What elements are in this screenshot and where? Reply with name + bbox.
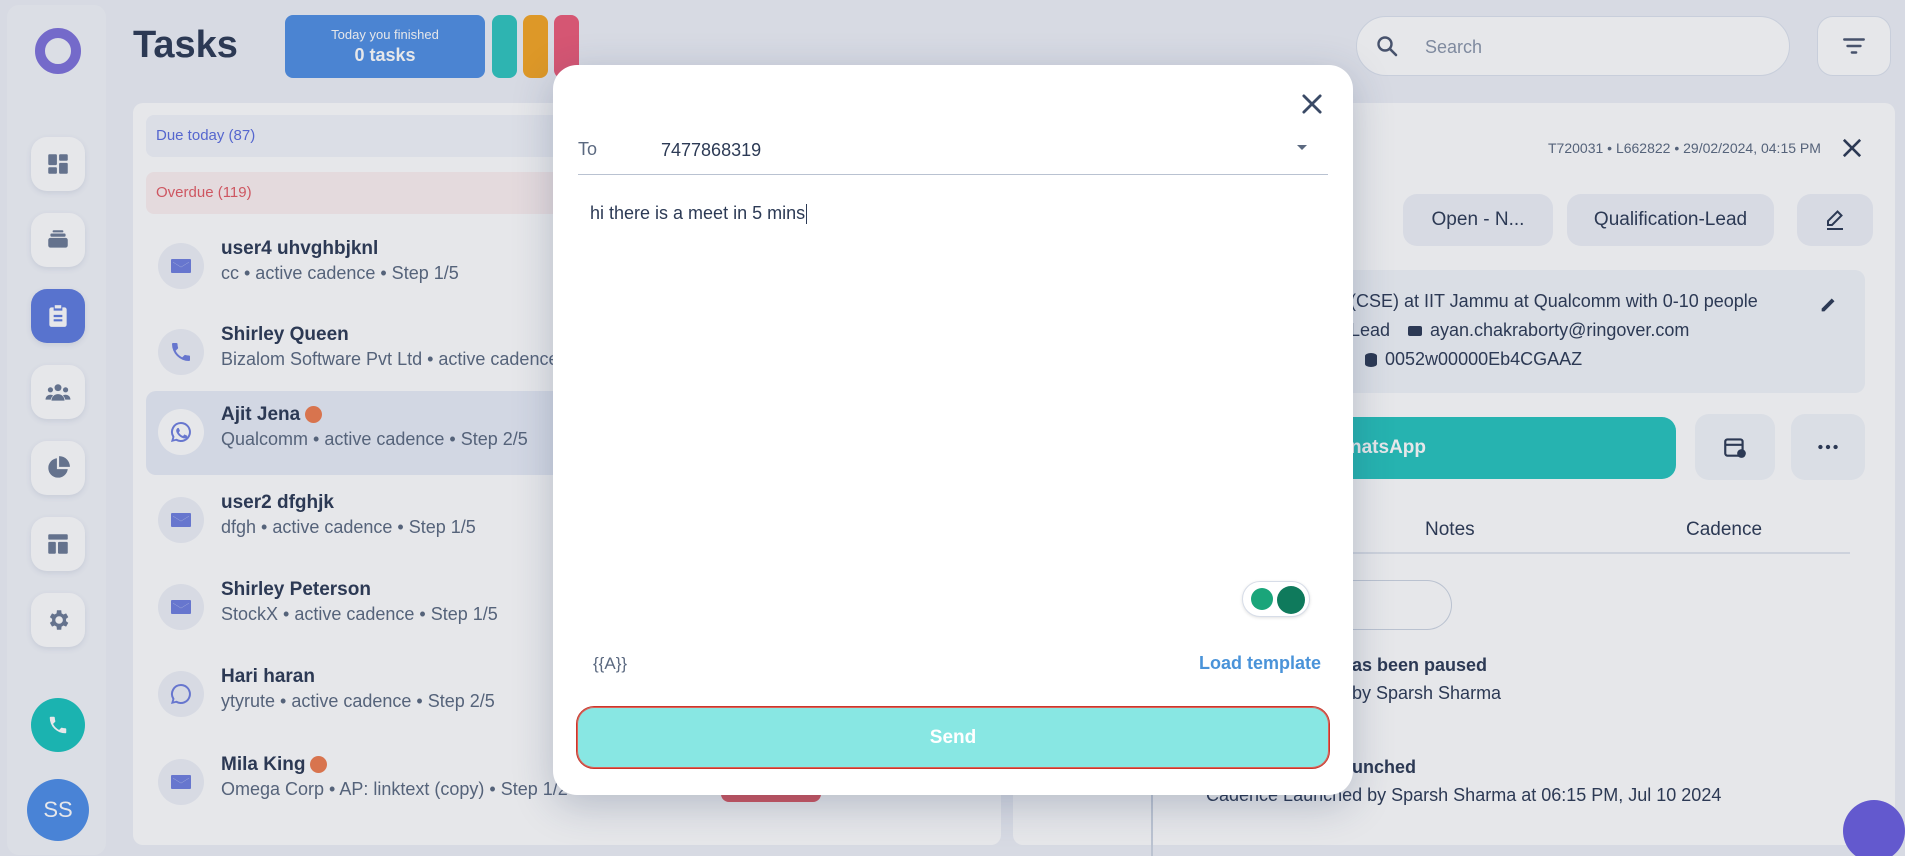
message-textarea[interactable]: hi there is a meet in 5 mins <box>590 203 808 225</box>
send-button[interactable]: Send <box>576 706 1330 769</box>
to-label: To <box>578 139 598 159</box>
variable-insert-button[interactable]: {{A}} <box>593 654 627 674</box>
whatsapp-message-modal: To 7477868319 hi there is a meet in 5 mi… <box>553 65 1353 795</box>
text-cursor <box>806 204 808 225</box>
grammarly-widget[interactable] <box>1242 581 1310 617</box>
to-number-select[interactable]: 7477868319 <box>661 140 761 161</box>
grammarly-icon <box>1277 586 1305 614</box>
bulb-icon <box>1251 588 1273 610</box>
to-field-underline <box>578 174 1328 175</box>
message-text: hi there is a meet in 5 mins <box>590 203 806 223</box>
load-template-link[interactable]: Load template <box>1199 653 1321 674</box>
close-icon[interactable] <box>1298 90 1326 118</box>
chevron-down-icon[interactable] <box>1297 145 1307 150</box>
